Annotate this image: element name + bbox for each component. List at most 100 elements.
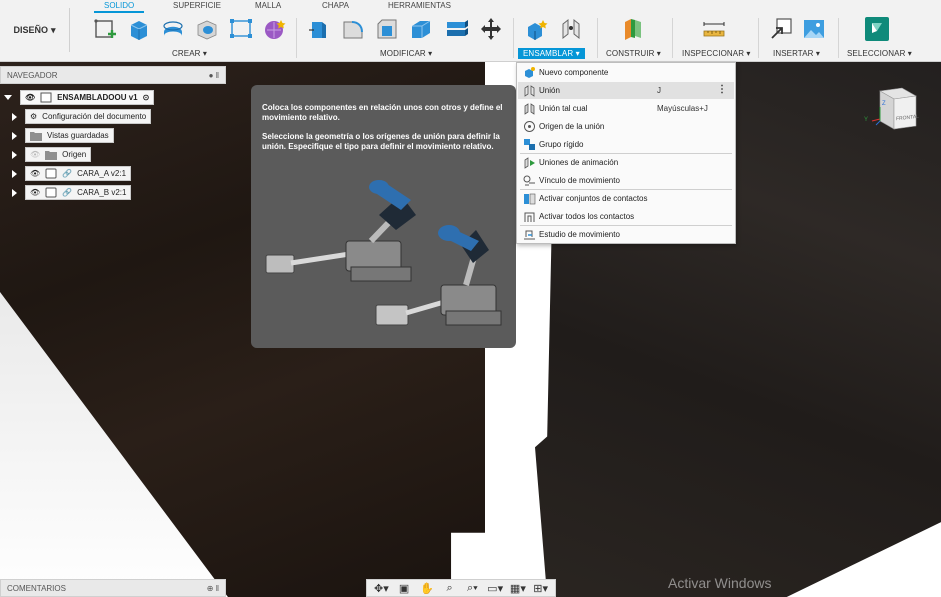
- svg-text:Z: Z: [882, 101, 886, 107]
- tree-item-saved-views[interactable]: Vistas guardadas: [12, 128, 114, 143]
- root-component-pill[interactable]: 👁 ENSAMBLADOOU v1 ⊙: [20, 90, 155, 105]
- tab-herramientas[interactable]: HERRAMIENTAS: [388, 1, 451, 10]
- extrude-button[interactable]: [126, 17, 152, 43]
- tree-pill[interactable]: 👁 🔗 CARA_B v2:1: [25, 185, 132, 200]
- group-construir-label[interactable]: CONSTRUIR ▾: [606, 49, 661, 58]
- group-inspeccionar-label[interactable]: INSPECCIONAR ▾: [682, 49, 751, 58]
- eye-icon[interactable]: 👁: [25, 93, 35, 102]
- joint-icon: [523, 84, 536, 97]
- display-settings-icon[interactable]: ▭▾: [487, 582, 503, 595]
- pan-hand-icon[interactable]: ✋: [420, 582, 434, 595]
- eye-icon[interactable]: 👁: [30, 188, 40, 197]
- menu-item-label: Origen de la unión: [539, 122, 605, 131]
- fillet-button[interactable]: [340, 17, 366, 43]
- insert-derive-button[interactable]: [768, 17, 794, 43]
- navigation-bar: ✥▾ ▣ ✋ ⌕ ⌕▾ ▭▾ ▦▾ ⊞▾: [366, 579, 556, 597]
- press-pull-button[interactable]: [306, 17, 332, 43]
- tree-item-cara-b[interactable]: 👁 🔗 CARA_B v2:1: [12, 185, 132, 200]
- expand-right-icon[interactable]: [12, 131, 17, 140]
- group-modificar-label[interactable]: MODIFICAR ▾: [380, 49, 432, 58]
- tree-item-config[interactable]: ⚙ Configuración del documento: [12, 109, 152, 124]
- new-component-button[interactable]: [524, 17, 550, 43]
- eye-icon[interactable]: 👁: [30, 169, 40, 178]
- folder-icon: [45, 149, 58, 160]
- workspace-label: DISEÑO: [13, 25, 48, 35]
- menu-item-origen-union[interactable]: Origen de la unión: [518, 118, 734, 135]
- tree-pill[interactable]: 👁 Origen: [25, 147, 92, 162]
- toolbar-separator: [513, 18, 514, 58]
- zoom-window-icon[interactable]: ⌕▾: [465, 582, 479, 594]
- view-cube[interactable]: Y Z FRONTAL: [862, 85, 922, 135]
- shell-button[interactable]: [408, 17, 434, 43]
- expand-right-icon[interactable]: [12, 169, 17, 178]
- add-comment-icon[interactable]: ⊕ ‖: [207, 584, 219, 593]
- all-contacts-icon: [523, 210, 536, 223]
- joint-origin-icon: [523, 120, 536, 133]
- view-cube-icon[interactable]: Y Z: [862, 85, 922, 135]
- comments-panel-header[interactable]: COMENTARIOS ⊕ ‖: [0, 579, 226, 597]
- group-insertar-label[interactable]: INSERTAR ▾: [773, 49, 820, 58]
- menu-item-union[interactable]: Unión: [518, 82, 734, 99]
- move-copy-button[interactable]: [478, 17, 504, 43]
- activate-radio-icon[interactable]: ⊙: [143, 93, 150, 102]
- pattern-button[interactable]: [228, 17, 254, 43]
- measure-button[interactable]: [701, 17, 727, 43]
- navigator-header[interactable]: NAVEGADOR ● ‖: [0, 66, 226, 84]
- expand-right-icon[interactable]: [12, 188, 17, 197]
- toolbar-separator: [597, 18, 598, 58]
- eye-hidden-icon[interactable]: 👁: [30, 150, 40, 159]
- sketch-icon: [92, 16, 118, 44]
- workspace-switcher-button[interactable]: DISEÑO ▾: [0, 8, 70, 52]
- tab-superficie[interactable]: SUPERFICIE: [173, 1, 221, 10]
- as-built-joint-icon: [523, 102, 536, 115]
- offset-plane-button[interactable]: [620, 17, 646, 43]
- link-icon: 🔗: [62, 169, 73, 178]
- tree-item-label: Configuración del documento: [42, 112, 147, 121]
- revolve-button[interactable]: [160, 17, 186, 43]
- create-sketch-button[interactable]: [92, 17, 118, 43]
- expand-right-icon[interactable]: [12, 112, 17, 121]
- tab-malla[interactable]: MALLA: [255, 1, 281, 10]
- revolve-icon: [160, 16, 186, 44]
- grid-settings-icon[interactable]: ▦▾: [510, 582, 526, 595]
- menu-item-vinculo-movimiento[interactable]: Vínculo de movimiento: [518, 172, 734, 189]
- hole-icon: [194, 16, 220, 44]
- expand-down-icon[interactable]: [4, 95, 12, 100]
- create-form-button[interactable]: [262, 17, 288, 43]
- menu-item-uniones-animacion[interactable]: Uniones de animación: [518, 154, 734, 171]
- toolbar-separator: [296, 18, 297, 58]
- combine-button[interactable]: [444, 17, 470, 43]
- group-seleccionar-label[interactable]: SELECCIONAR ▾: [847, 49, 912, 58]
- menu-item-estudio-movimiento[interactable]: Estudio de movimiento: [518, 226, 734, 243]
- tree-item-label: CARA_B v2:1: [77, 188, 127, 197]
- tree-root[interactable]: 👁 ENSAMBLADOOU v1 ⊙: [4, 90, 155, 105]
- tree-pill[interactable]: Vistas guardadas: [25, 128, 114, 143]
- tree-item-origin[interactable]: 👁 Origen: [12, 147, 92, 162]
- tree-item-cara-a[interactable]: 👁 🔗 CARA_A v2:1: [12, 166, 132, 181]
- form-icon: [262, 16, 288, 44]
- viewports-icon[interactable]: ⊞▾: [533, 582, 548, 595]
- tree-pill[interactable]: ⚙ Configuración del documento: [25, 109, 152, 124]
- tree-pill[interactable]: 👁 🔗 CARA_A v2:1: [25, 166, 132, 181]
- tab-chapa[interactable]: CHAPA: [322, 1, 349, 10]
- menu-item-grupo-rigido[interactable]: Grupo rígido: [518, 136, 734, 153]
- zoom-icon[interactable]: ⌕: [443, 582, 457, 594]
- tooltip-description: Coloca los componentes en relación unos …: [262, 103, 503, 122]
- more-options-icon[interactable]: ⋮: [717, 84, 727, 95]
- menu-item-activar-todos[interactable]: Activar todos los contactos: [518, 208, 734, 225]
- orbit-icon[interactable]: ✥▾: [374, 582, 389, 595]
- expand-right-icon[interactable]: [12, 150, 17, 159]
- select-button[interactable]: [864, 17, 890, 43]
- contact-sets-icon: [523, 192, 536, 205]
- insert-canvas-button[interactable]: [801, 17, 827, 43]
- tab-solido[interactable]: SOLIDO: [104, 1, 134, 10]
- hole-button[interactable]: [194, 17, 220, 43]
- collapse-icon[interactable]: ● ‖: [209, 71, 219, 80]
- joint-button[interactable]: [558, 17, 584, 43]
- group-crear-label[interactable]: CREAR ▾: [172, 49, 207, 58]
- group-ensamblar-label[interactable]: ENSAMBLAR ▾: [518, 48, 585, 59]
- menu-item-activar-conjuntos[interactable]: Activar conjuntos de contactos: [518, 190, 734, 207]
- menu-item-nuevo-componente[interactable]: Nuevo componente: [518, 64, 734, 81]
- chamfer-button[interactable]: [374, 17, 400, 43]
- look-at-icon[interactable]: ▣: [397, 582, 411, 595]
